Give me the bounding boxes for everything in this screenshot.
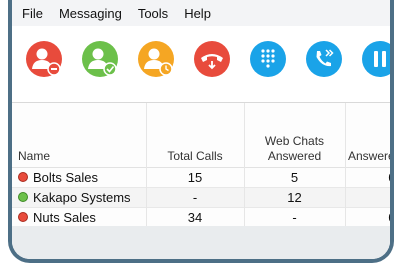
toolbar <box>12 26 390 103</box>
menu-messaging[interactable]: Messaging <box>59 6 122 21</box>
user-available-icon <box>82 41 118 77</box>
column-divider <box>244 167 245 227</box>
user-busy-icon <box>26 41 62 77</box>
header-web-chats-line1: Web Chats <box>264 134 325 148</box>
column-divider <box>146 167 147 227</box>
row-web-chats-answered: 12 <box>287 190 302 205</box>
header-web-chats-line2: Answered <box>267 149 322 163</box>
row-answered: - <box>389 190 394 205</box>
row-total-calls: - <box>192 190 198 205</box>
app-window: File Messaging Tools Help Name Total Cal… <box>8 0 394 263</box>
table-row[interactable]: Kakapo Systems - 12 - <box>12 188 390 208</box>
header-total-calls[interactable]: Total Calls <box>146 149 244 164</box>
hang-up-icon <box>194 41 230 77</box>
menu-help[interactable]: Help <box>184 6 211 21</box>
header-answered[interactable]: Answere <box>348 149 390 164</box>
status-busy-icon <box>18 212 28 222</box>
row-total-calls: 15 <box>187 170 203 185</box>
hang-up-button[interactable] <box>194 41 230 77</box>
row-name: Kakapo Systems <box>33 190 131 205</box>
row-web-chats-answered: - <box>292 210 297 225</box>
transfer-call-button[interactable] <box>306 41 342 77</box>
row-name: Bolts Sales <box>33 170 99 185</box>
row-answered: 0 <box>382 210 390 225</box>
column-divider <box>345 167 346 227</box>
menu-tools[interactable]: Tools <box>138 6 168 21</box>
dialpad-icon <box>250 41 286 77</box>
status-busy-icon <box>18 172 28 182</box>
user-away-icon <box>138 41 174 77</box>
pause-icon <box>362 41 390 77</box>
menu-file[interactable]: File <box>22 6 43 21</box>
table-row[interactable]: Bolts Sales 15 5 0 <box>12 168 390 188</box>
table-header: Name Total Calls Web Chats Answered Answ… <box>12 103 390 168</box>
row-answered: 0 <box>382 170 390 185</box>
status-available-icon <box>18 192 28 202</box>
dialpad-button[interactable] <box>250 41 286 77</box>
table-row[interactable]: Nuts Sales 34 - 0 <box>12 208 390 228</box>
pause-button[interactable] <box>362 41 390 77</box>
status-away-button[interactable] <box>138 41 174 77</box>
transfer-call-icon <box>306 41 342 77</box>
row-web-chats-answered: 5 <box>290 170 299 185</box>
status-busy-button[interactable] <box>26 41 62 77</box>
menu-bar: File Messaging Tools Help <box>12 0 390 26</box>
header-web-chats-answered[interactable]: Web Chats Answered <box>244 134 345 164</box>
column-divider <box>345 103 346 167</box>
row-total-calls: 34 <box>187 210 203 225</box>
header-name[interactable]: Name <box>18 149 50 164</box>
footer-area <box>12 226 390 259</box>
status-available-button[interactable] <box>82 41 118 77</box>
row-name: Nuts Sales <box>33 210 96 225</box>
